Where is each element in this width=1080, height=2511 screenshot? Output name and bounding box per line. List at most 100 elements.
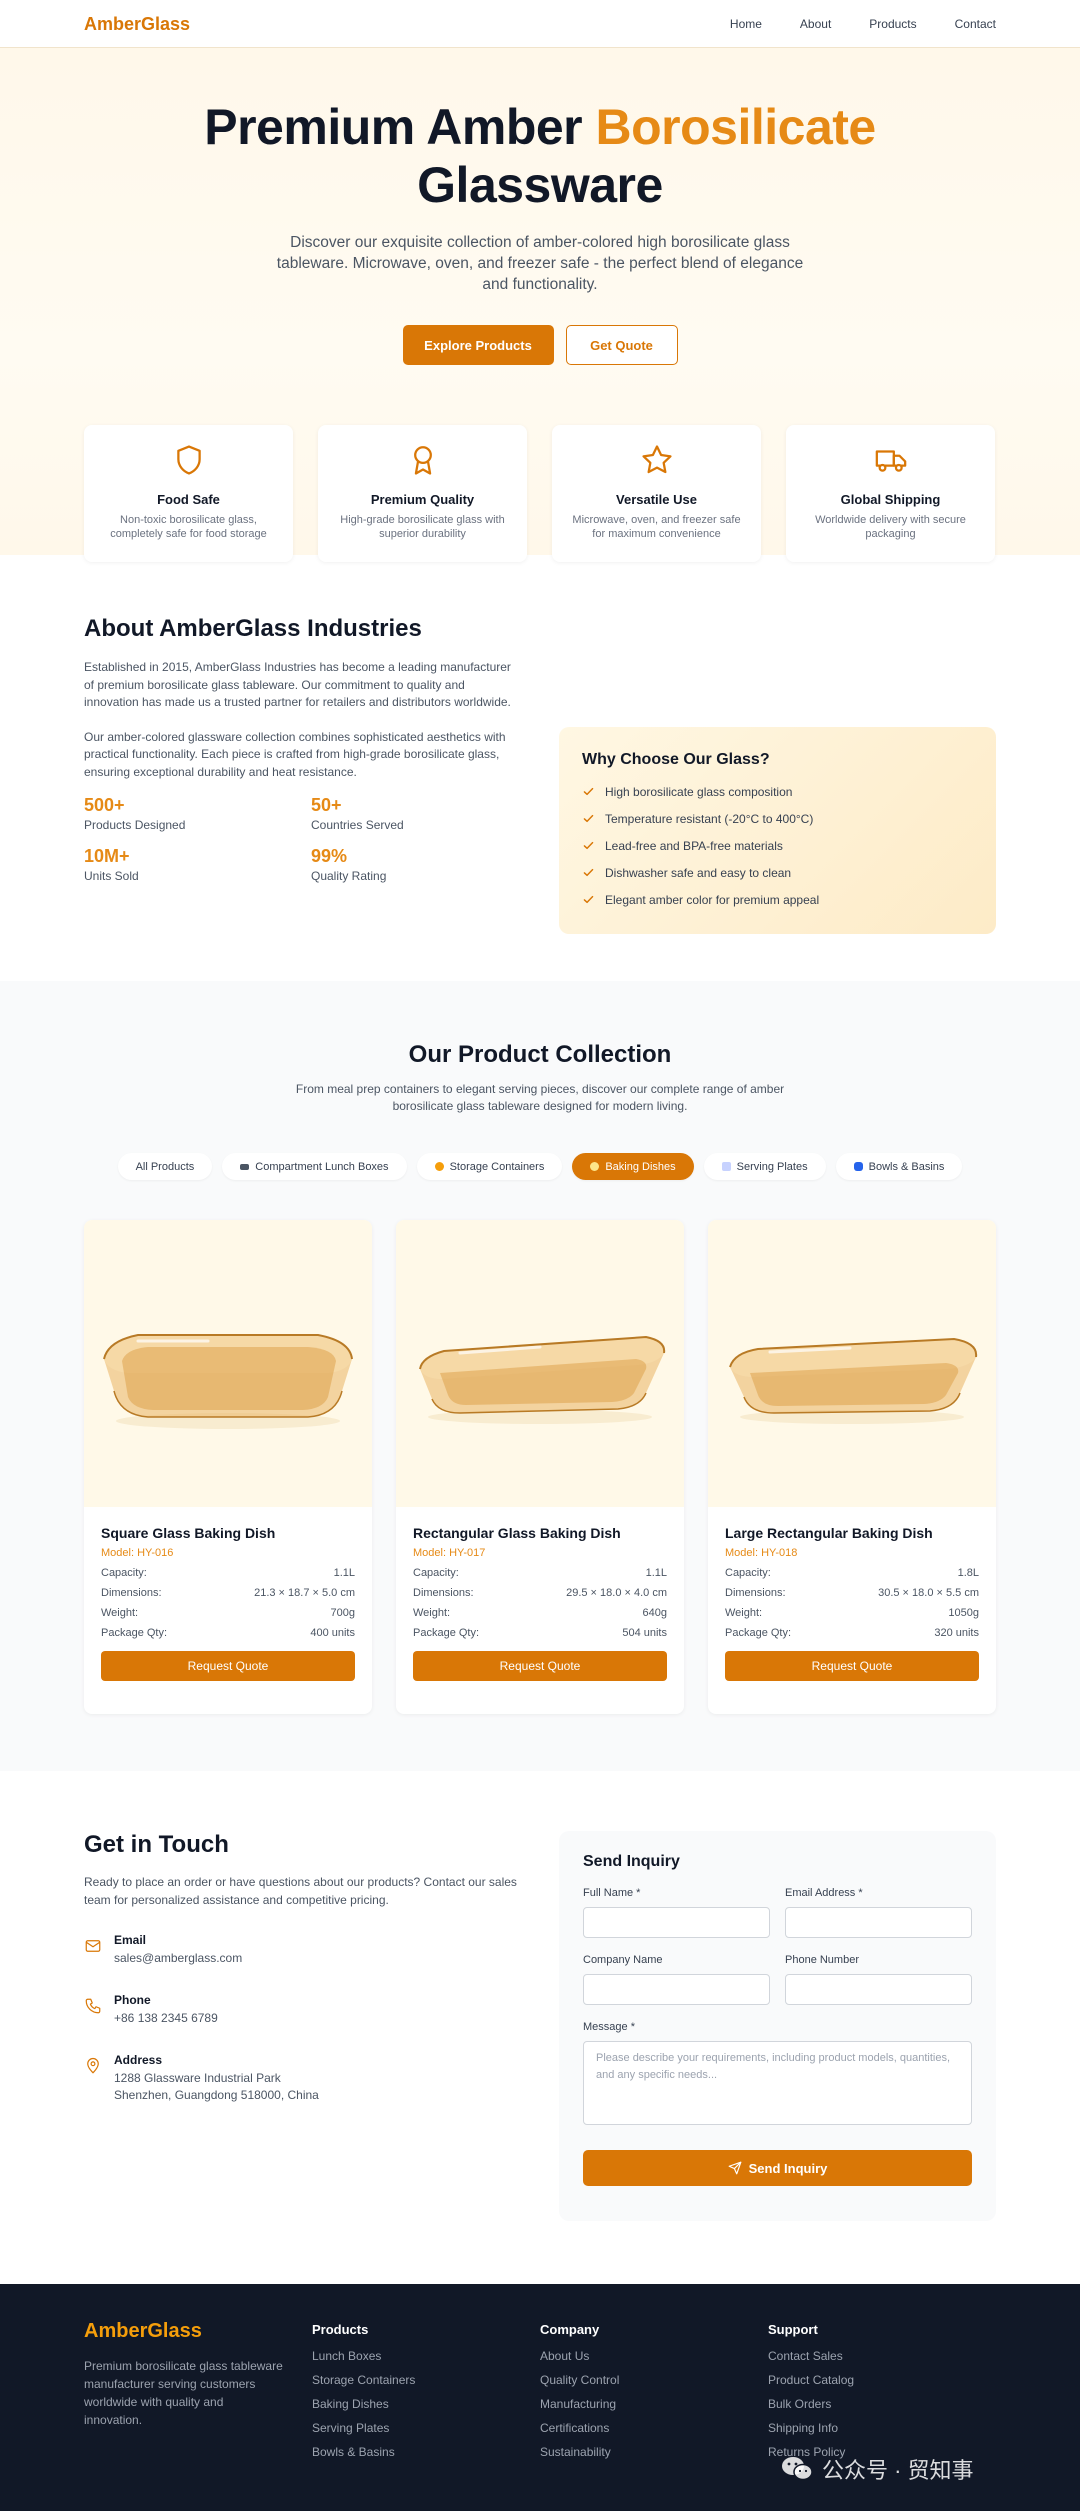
- product-image: [708, 1220, 996, 1507]
- spec-value: 504 units: [622, 1627, 667, 1639]
- watermark-text: 公众号 · 贸知事: [822, 2458, 974, 2483]
- spec-package: Package Qty: 320 units: [725, 1627, 979, 1639]
- full-name-input[interactable]: [583, 1907, 770, 1938]
- feature-title: Food Safe: [157, 492, 220, 507]
- get-quote-button[interactable]: Get Quote: [565, 325, 678, 365]
- feature-title: Premium Quality: [370, 492, 475, 507]
- product-info: Square Glass Baking Dish Model: HY-016 C…: [84, 1507, 372, 1681]
- hero-title-part1: Premium Amber: [204, 99, 596, 155]
- product-card: Rectangular Glass Baking Dish Model: HY-…: [396, 1220, 684, 1714]
- feature-card-versatile-use: Versatile Use Microwave, oven, and freez…: [552, 425, 761, 562]
- map-pin-icon: [87, 2057, 99, 2074]
- footer-link[interactable]: Certifications: [540, 2421, 768, 2445]
- phone-value[interactable]: +86 138 2345 6789: [114, 2010, 218, 2027]
- footer-column-title: Support: [768, 2322, 818, 2337]
- send-inquiry-button[interactable]: Send Inquiry: [583, 2150, 972, 2186]
- filter-compartment-lunch-boxes[interactable]: Compartment Lunch Boxes: [222, 1153, 407, 1180]
- message-label: Message *: [583, 2021, 635, 2033]
- spec-value: 30.5 × 18.0 × 5.5 cm: [878, 1587, 979, 1599]
- spec-label: Dimensions:: [725, 1587, 786, 1599]
- message-textarea[interactable]: [583, 2041, 972, 2125]
- request-quote-button[interactable]: Request Quote: [101, 1651, 355, 1681]
- footer-link[interactable]: Shipping Info: [768, 2421, 996, 2445]
- spec-value: 1.1L: [645, 1567, 667, 1579]
- nav-link-home[interactable]: Home: [730, 17, 762, 31]
- filter-bowls-basins[interactable]: Bowls & Basins: [835, 1153, 963, 1180]
- nav-link-about[interactable]: About: [800, 17, 831, 31]
- stat-value: 99%: [311, 846, 348, 866]
- why-choose-box: Why Choose Our Glass? High borosilicate …: [559, 727, 996, 934]
- about-paragraph-1: Established in 2015, AmberGlass Industri…: [84, 660, 511, 709]
- footer-link[interactable]: Quality Control: [540, 2373, 768, 2397]
- footer-column-title: Products: [312, 2322, 369, 2337]
- spec-value: 1.1L: [333, 1567, 355, 1579]
- request-quote-button[interactable]: Request Quote: [725, 1651, 979, 1681]
- spec-package: Package Qty: 400 units: [101, 1627, 355, 1639]
- filter-label: Storage Containers: [449, 1160, 545, 1173]
- footer-link[interactable]: Sustainability: [540, 2445, 768, 2469]
- filter-storage-containers[interactable]: Storage Containers: [416, 1153, 563, 1180]
- email-input[interactable]: [785, 1907, 972, 1938]
- phone-number-input[interactable]: [785, 1974, 972, 2005]
- footer-link[interactable]: Bulk Orders: [768, 2397, 996, 2421]
- why-item-text: Elegant amber color for premium appeal: [605, 892, 820, 907]
- check-icon: [583, 787, 594, 796]
- company-name-input[interactable]: [583, 1974, 770, 2005]
- baking-dish-icon: [590, 1162, 600, 1171]
- product-name: Square Glass Baking Dish: [101, 1525, 276, 1541]
- footer-brand[interactable]: AmberGlass: [84, 2320, 312, 2343]
- product-card: Square Glass Baking Dish Model: HY-016 C…: [84, 1220, 372, 1714]
- footer-link[interactable]: Contact Sales: [768, 2349, 996, 2373]
- nav-link-products[interactable]: Products: [869, 17, 916, 31]
- feature-title: Versatile Use: [616, 492, 697, 507]
- spec-dimensions: Dimensions: 30.5 × 18.0 × 5.5 cm: [725, 1587, 979, 1599]
- filter-baking-dishes[interactable]: Baking Dishes: [572, 1153, 694, 1180]
- footer-link[interactable]: Baking Dishes: [312, 2397, 540, 2421]
- feature-title: Global Shipping: [840, 492, 941, 507]
- spec-package: Package Qty: 504 units: [413, 1627, 667, 1639]
- footer-link[interactable]: Bowls & Basins: [312, 2445, 540, 2469]
- nav-link-contact[interactable]: Contact: [955, 17, 996, 31]
- spec-value: 320 units: [934, 1627, 979, 1639]
- request-quote-button[interactable]: Request Quote: [413, 1651, 667, 1681]
- phone-icon: [85, 1998, 101, 2014]
- feature-card-food-safe: Food Safe Non-toxic borosilicate glass, …: [84, 425, 293, 562]
- filter-serving-plates[interactable]: Serving Plates: [703, 1153, 826, 1180]
- why-item: Temperature resistant (-20°C to 400°C): [582, 805, 973, 832]
- contact-paragraph: Ready to place an order or have question…: [84, 1875, 517, 1907]
- filter-all-products[interactable]: All Products: [117, 1153, 213, 1180]
- why-item-text: Dishwasher safe and easy to clean: [605, 865, 792, 880]
- feature-cards: Food Safe Non-toxic borosilicate glass, …: [84, 425, 996, 562]
- product-model: Model: HY-016: [101, 1547, 174, 1559]
- spec-capacity: Capacity: 1.1L: [101, 1567, 355, 1579]
- stat-units: 10M+ Units Sold: [84, 846, 311, 883]
- spec-value: 21.3 × 18.7 × 5.0 cm: [254, 1587, 355, 1599]
- feature-desc: Worldwide delivery with secure packaging: [815, 514, 966, 540]
- product-image: [396, 1220, 684, 1507]
- footer-link[interactable]: Manufacturing: [540, 2397, 768, 2421]
- footer-link[interactable]: Lunch Boxes: [312, 2349, 540, 2373]
- footer-link[interactable]: Storage Containers: [312, 2373, 540, 2397]
- footer-column-products: Products Lunch Boxes Storage Containers …: [312, 2320, 540, 2469]
- footer-link[interactable]: Serving Plates: [312, 2421, 540, 2445]
- footer-link[interactable]: Product Catalog: [768, 2373, 996, 2397]
- truck-icon: [875, 450, 906, 472]
- email-value[interactable]: sales@amberglass.com: [114, 1950, 242, 1967]
- footer-links: About Us Quality Control Manufacturing C…: [540, 2349, 768, 2469]
- filter-label: All Products: [135, 1160, 195, 1173]
- stat-label: Products Designed: [84, 818, 186, 832]
- about-title: About AmberGlass Industries: [84, 615, 422, 642]
- product-model: Model: HY-018: [725, 1547, 798, 1559]
- spec-label: Weight:: [101, 1607, 139, 1619]
- brand-logo[interactable]: AmberGlass: [84, 14, 190, 35]
- message-field: Message *: [583, 2021, 972, 2130]
- product-card: Large Rectangular Baking Dish Model: HY-…: [708, 1220, 996, 1714]
- product-name: Large Rectangular Baking Dish: [725, 1525, 933, 1541]
- address-label: Address: [114, 2053, 163, 2067]
- why-item-text: Lead-free and BPA-free materials: [605, 838, 783, 853]
- footer-link[interactable]: About Us: [540, 2349, 768, 2373]
- products-subtitle: From meal prep containers to elegant ser…: [295, 1082, 785, 1113]
- spec-value: 1.8L: [957, 1567, 979, 1579]
- about-section: About AmberGlass Industries Established …: [0, 555, 1080, 981]
- explore-products-button[interactable]: Explore Products: [402, 325, 554, 365]
